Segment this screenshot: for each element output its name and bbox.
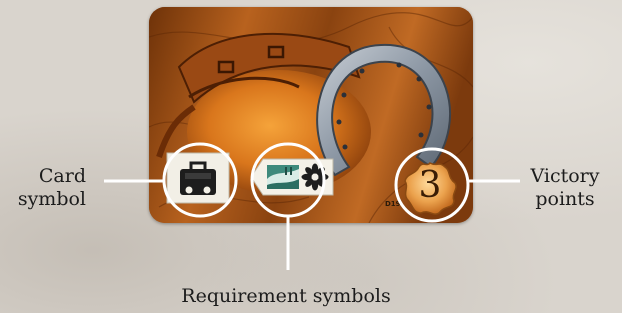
requirement-symbols-label: Requirement symbols [181,285,391,307]
card-symbol-tile [166,152,230,204]
card-symbol-label-line1: Card [38,165,86,187]
requirement-symbols-tile [250,158,334,196]
card-symbol-label: Card symbol [8,165,86,211]
victory-points-label: Victory points [515,165,615,211]
victory-points-label-line1: Victory [530,165,600,187]
victory-points-value: 3 [418,165,442,206]
game-card: 3 D19 [149,7,473,223]
victory-points-label-line2: points [535,188,595,210]
landscape-icon [267,165,299,189]
card-code: D19 [385,200,401,208]
card-symbol-label-line2: symbol [17,188,86,210]
